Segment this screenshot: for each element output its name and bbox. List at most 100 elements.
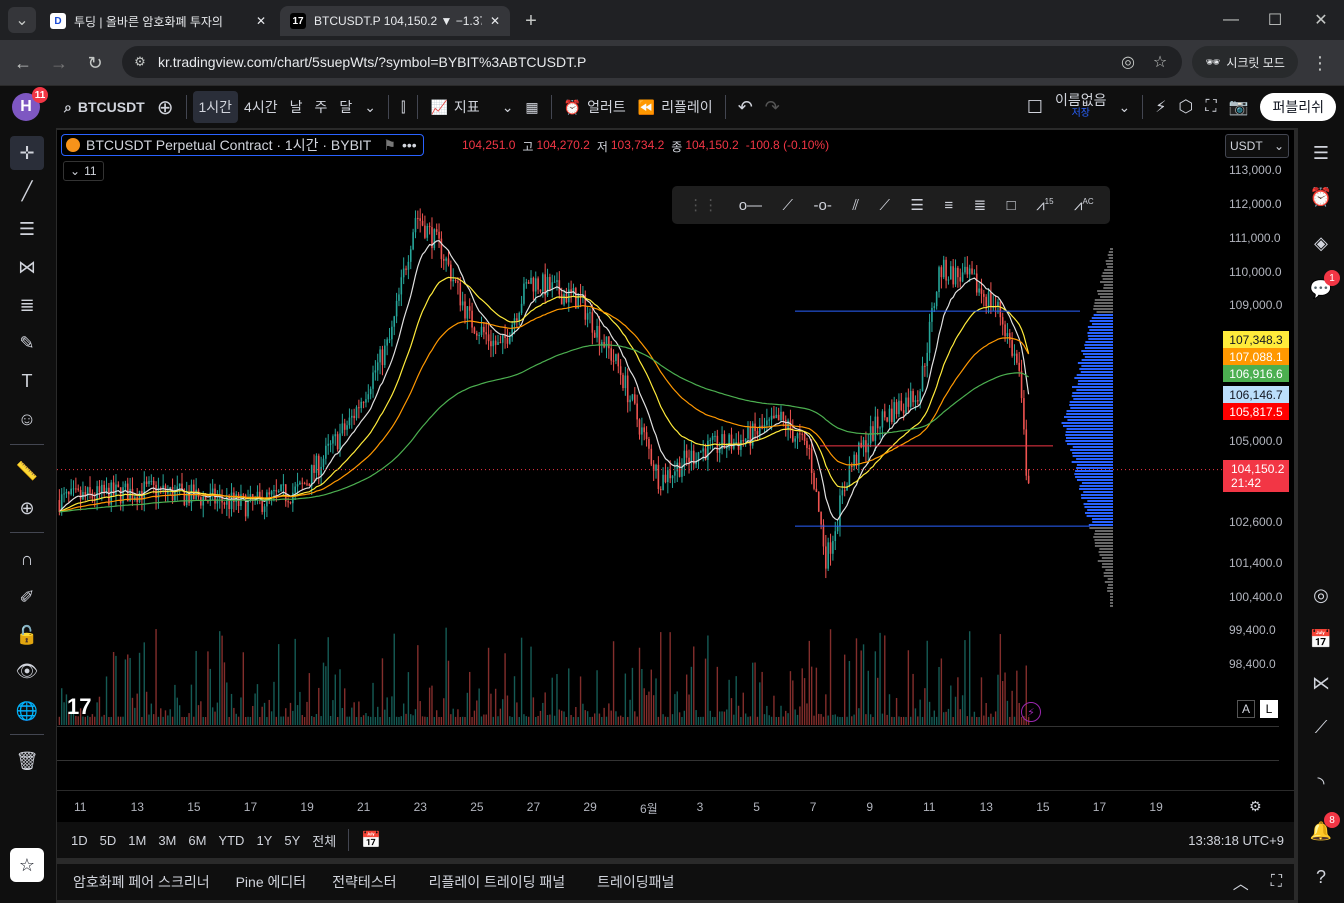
symbol-legend[interactable]: BTCUSDT Perpetual Contract · 1시간 · BYBIT… xyxy=(61,134,424,156)
range-5d[interactable]: 5D xyxy=(100,833,117,848)
watchlist-icon[interactable]: ☰ xyxy=(1306,138,1336,168)
maximize-panel-icon[interactable]: ⛶ xyxy=(1271,873,1282,891)
close-tab-icon[interactable]: ✕ xyxy=(490,14,500,28)
rss-icon[interactable]: ◝ xyxy=(1306,768,1336,798)
close-tab-icon[interactable]: ✕ xyxy=(256,14,266,28)
range-6m[interactable]: 6M xyxy=(188,833,206,848)
brush-icon[interactable]: ✎ xyxy=(10,326,44,360)
redo-icon[interactable]: ↷ xyxy=(759,91,786,123)
pattern-icon[interactable]: ⋈ xyxy=(10,250,44,284)
range-1d[interactable]: 1D xyxy=(71,833,88,848)
log-scale-button[interactable]: L xyxy=(1260,700,1278,718)
undo-icon[interactable]: ↶ xyxy=(732,91,759,123)
parallel-channel-icon[interactable]: ⫽ xyxy=(852,197,859,214)
timezone-clock[interactable]: 13:38:18 UTC+9 xyxy=(1188,833,1284,848)
url-input[interactable]: ⚙ kr.tradingview.com/chart/5suepWts/?sym… xyxy=(122,46,1182,78)
target-icon[interactable]: ◎ xyxy=(1306,580,1336,610)
zoom-in-icon[interactable]: ⊕ xyxy=(10,491,44,525)
pane-divider[interactable] xyxy=(57,760,1279,761)
quick-search-icon[interactable]: ⚡ xyxy=(1149,91,1172,123)
indicators-button[interactable]: 📈 지표 xyxy=(424,91,485,123)
fib-retracement-icon[interactable]: ≡ xyxy=(944,197,953,214)
interval-4h[interactable]: 4시간 xyxy=(238,91,284,123)
elliott-wave-icon[interactable]: ⩘15 xyxy=(1036,197,1053,214)
pine-script-icon[interactable]: ⟋ xyxy=(1306,712,1336,742)
watchlist-star-icon[interactable]: ☆ xyxy=(10,848,44,882)
tab-search-chevron-icon[interactable]: ⌄ xyxy=(8,7,36,33)
alert-button[interactable]: ⏰ 얼러트 xyxy=(558,91,632,123)
symbol-search-button[interactable]: ⌕ BTCUSDT xyxy=(58,91,151,123)
horizontal-line-icon[interactable]: -o- xyxy=(814,197,832,214)
reload-icon[interactable]: ↻ xyxy=(82,50,108,76)
ruler-icon[interactable]: 📏 xyxy=(10,454,44,488)
lightning-event-icon[interactable]: ⚡ xyxy=(1021,702,1041,722)
help-icon[interactable]: ? xyxy=(1306,862,1336,892)
range-1m[interactable]: 1M xyxy=(128,833,146,848)
emoji-icon[interactable]: ☺ xyxy=(10,402,44,436)
tab-replay-trading-panel[interactable]: 리플레이 트레이딩 패널 xyxy=(429,872,566,892)
fib-icon[interactable]: ≣ xyxy=(10,288,44,322)
eye-icon[interactable]: 👁 xyxy=(10,654,44,688)
range-5y[interactable]: 5Y xyxy=(284,833,300,848)
globe-icon[interactable]: 🌐 xyxy=(10,694,44,728)
ideas-icon[interactable]: ⋉ xyxy=(1306,668,1336,698)
layers-icon[interactable]: ◈ xyxy=(1306,228,1336,258)
close-window-icon[interactable]: ✕ xyxy=(1306,6,1336,34)
abc-pattern-icon[interactable]: ⩘AC xyxy=(1074,197,1094,214)
horizontal-lines-icon[interactable]: ☰ xyxy=(10,212,44,246)
price-chart[interactable] xyxy=(57,130,1294,858)
pane-divider[interactable] xyxy=(57,726,1279,727)
pitchfork-icon[interactable]: ☰ xyxy=(910,196,923,214)
site-settings-icon[interactable]: ⚙ xyxy=(130,52,150,72)
interval-week[interactable]: 주 xyxy=(308,91,333,123)
browser-tab-tradingview[interactable]: 17 BTCUSDT.P 104,150.2 ▼ −1.37 ✕ xyxy=(280,6,510,36)
range-1y[interactable]: 1Y xyxy=(256,833,272,848)
interval-dropdown-chevron-icon[interactable]: ⌄ xyxy=(358,91,382,123)
trash-icon[interactable]: 🗑 xyxy=(10,744,44,778)
chat-icon[interactable]: 💬 1 xyxy=(1306,270,1340,304)
tab-trading-panel[interactable]: 트레이딩패널 xyxy=(597,872,674,892)
forward-arrow-icon[interactable]: → xyxy=(46,50,72,76)
flag-icon[interactable]: ⚑ xyxy=(383,137,396,154)
avatar[interactable]: H 11 xyxy=(12,87,48,121)
compare-symbol-button[interactable]: ⊕ xyxy=(151,91,180,123)
fullscreen-icon[interactable]: ⛶ xyxy=(1199,91,1222,123)
magnet-icon[interactable]: ∩ xyxy=(10,542,44,576)
tab-crypto-screener[interactable]: 암호화폐 페어 스크리너 xyxy=(73,872,210,892)
publish-button[interactable]: 퍼블리쉬 xyxy=(1260,93,1336,121)
layout-checkbox-icon[interactable]: ☐ xyxy=(1021,91,1049,123)
layout-grid-icon[interactable]: ▦ xyxy=(519,91,544,123)
interval-month[interactable]: 달 xyxy=(333,91,358,123)
eye-off-icon[interactable]: ◎ xyxy=(1118,52,1138,72)
indicators-chevron-icon[interactable]: ⌄ xyxy=(496,91,520,123)
crosshair-icon[interactable]: ✛ xyxy=(10,136,44,170)
more-options-icon[interactable]: ••• xyxy=(402,137,417,153)
go-to-date-calendar-icon[interactable]: 📅 xyxy=(361,830,381,850)
auto-scale-button[interactable]: A xyxy=(1237,700,1255,718)
bookmark-star-icon[interactable]: ☆ xyxy=(1150,52,1170,72)
browser-tab-tooding[interactable]: D 투딩 | 올바른 암호화폐 투자의 ✕ xyxy=(40,6,276,36)
tab-pine-editor[interactable]: Pine 에디터 xyxy=(236,872,307,892)
fib-extension-icon[interactable]: ≣ xyxy=(974,196,987,214)
new-tab-plus-icon[interactable]: + xyxy=(518,8,544,34)
interval-1h[interactable]: 1시간 xyxy=(192,91,239,123)
time-axis-settings-icon[interactable]: ⚙ xyxy=(1249,798,1262,815)
chart-pane[interactable]: BTCUSDT Perpetual Contract · 1시간 · BYBIT… xyxy=(57,130,1294,858)
browser-menu-icon[interactable]: ⋮ xyxy=(1310,50,1330,76)
horizontal-ray-icon[interactable]: o— xyxy=(739,197,762,214)
lock-pencil-icon[interactable]: ✐ xyxy=(10,580,44,614)
minimize-icon[interactable]: — xyxy=(1216,6,1246,34)
calendar-icon[interactable]: 📅 xyxy=(1306,624,1336,654)
interval-day[interactable]: 날 xyxy=(284,91,309,123)
back-arrow-icon[interactable]: ← xyxy=(10,50,36,76)
tradingview-logo[interactable]: 17 xyxy=(67,694,91,720)
range-3m[interactable]: 3M xyxy=(158,833,176,848)
layout-chevron-icon[interactable]: ⌄ xyxy=(1113,91,1137,123)
layout-name-button[interactable]: 이름없음 저장 xyxy=(1055,93,1107,120)
alerts-clock-icon[interactable]: ⏰ xyxy=(1306,182,1336,212)
tab-strategy-tester[interactable]: 전략테스터 xyxy=(332,872,396,892)
drag-handle-icon[interactable]: ⋮⋮ xyxy=(688,196,718,214)
range-ytd[interactable]: YTD xyxy=(218,833,244,848)
trendline-icon[interactable]: ⟋ xyxy=(783,197,794,214)
maximize-icon[interactable]: ☐ xyxy=(1260,6,1290,34)
